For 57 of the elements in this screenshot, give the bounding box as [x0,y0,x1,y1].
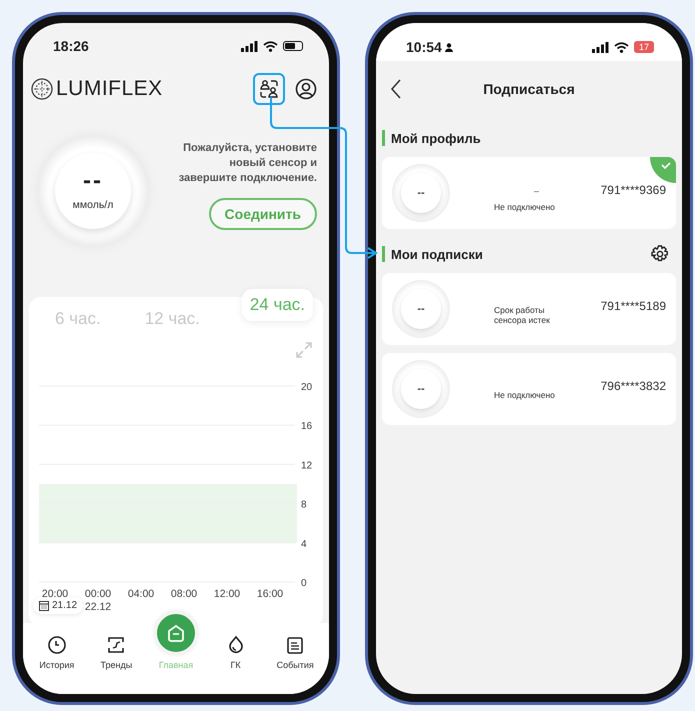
date-chip[interactable]: 21.12 [33,597,84,614]
date-label: 22.12 [84,601,112,613]
wifi-icon [614,42,629,52]
subscription-card[interactable]: -- Не подключено 796****3832 [382,353,676,425]
calendar-icon [39,600,49,610]
x-tick-label: 08:00 [170,588,198,600]
status-time: 10:54 [406,39,442,55]
y-tick-label: 0 [301,578,307,589]
connection-status: Не подключено [494,390,556,400]
x-tick-label: 00:00 [84,588,112,600]
subscription-card[interactable]: -- – Не подключено 791****9369 [382,157,676,229]
y-tick-label: 8 [301,500,307,511]
x-tick-label: 16:00 [256,588,284,600]
nav-tab[interactable]: ГК [208,623,264,670]
connection-status: Не подключено [494,202,556,212]
settings-icon[interactable] [650,244,670,264]
back-icon[interactable] [390,79,402,99]
section-title: Мой профиль [391,130,482,146]
x-tick-label: 04:00 [128,588,154,600]
battery-icon [283,41,303,51]
section-title: Мои подписки [391,246,484,262]
clock-icon [46,635,67,655]
y-tick-label: 16 [301,421,312,432]
user-switch-icon[interactable] [258,78,280,100]
phone-number: 796****3832 [600,379,666,393]
status-time: 18:26 [53,38,89,54]
y-tick-label: 4 [301,538,307,550]
person-icon [444,42,453,52]
connection-status: Срок работы сенсора истек [494,305,551,325]
wifi-icon [263,40,278,52]
x-tick-label: 20:00 [42,588,68,600]
nav-tab[interactable]: Тренды [88,623,144,670]
phone-number: 791****9369 [600,183,666,197]
subscription-card[interactable]: -- Срок работы сенсора истек 791****5189 [382,273,676,345]
signal-icon [241,40,258,52]
phone-number: 791****5189 [600,299,666,313]
y-tick-label: 12 [301,460,312,472]
reading-value: -- [417,303,425,315]
signal-icon [592,42,609,52]
reading-value: -- [417,187,425,199]
nav-tab[interactable]: События [267,623,324,670]
home-icon [166,623,186,643]
profile-icon[interactable] [295,78,317,100]
document-icon [285,635,306,655]
trend-icon [106,635,126,655]
sensor-name: – [534,186,540,196]
y-tick-label: 20 [301,382,312,393]
screen-title: Подписаться [483,81,575,97]
glucose-unit: ммоль/л [72,199,114,211]
logo-icon [31,78,53,100]
glucose-value: -- [83,171,103,191]
battery-level: 17 [634,41,654,53]
reading-value: -- [417,383,425,395]
sensor-message: Пожалуйста, установите новый сенсор и завершите подключение. [178,141,317,186]
x-tick-label: 12:00 [214,588,240,600]
app-logo: LUMIFLEX [56,77,163,101]
nav-tab[interactable]: История [28,623,85,670]
